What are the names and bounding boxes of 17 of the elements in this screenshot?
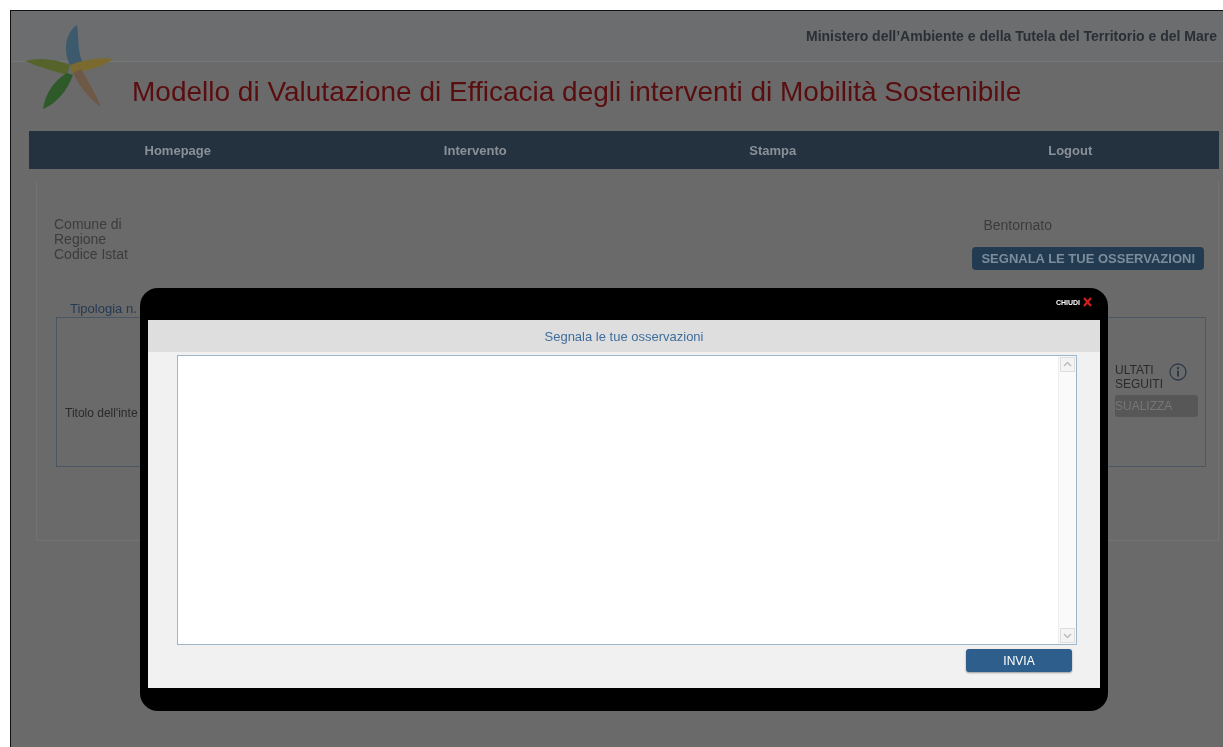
scroll-up-icon[interactable] [1060, 357, 1075, 372]
nav-link[interactable]: Stampa [624, 142, 922, 158]
info-icon[interactable] [1169, 363, 1187, 381]
title-label: Titolo dell'inte [65, 406, 138, 422]
results-label: ULTATI [1115, 363, 1155, 377]
nav-link[interactable]: Homepage [29, 142, 327, 158]
modal-title: Segnala le tue osservazioni [544, 328, 704, 344]
submit-button[interactable]: INVIA [966, 649, 1072, 672]
results-label: SEGUITI [1115, 377, 1163, 391]
close-icon [1083, 297, 1092, 307]
nav-link[interactable]: Logout [921, 142, 1219, 158]
ministry-name: Ministero dell’Ambiente e della Tutela del Territorio e del Mare [805, 28, 1217, 44]
scroll-down-icon[interactable] [1060, 628, 1075, 643]
nav-link[interactable]: Intervento [326, 142, 624, 158]
message-field[interactable] [177, 355, 1077, 645]
site-title: Modello di Valutazione di Efficacia degli interventi di Mobilità Sostenibile [132, 76, 1022, 108]
feedback-button[interactable]: SEGNALA LE TUE OSSERVAZIONI [972, 247, 1204, 270]
